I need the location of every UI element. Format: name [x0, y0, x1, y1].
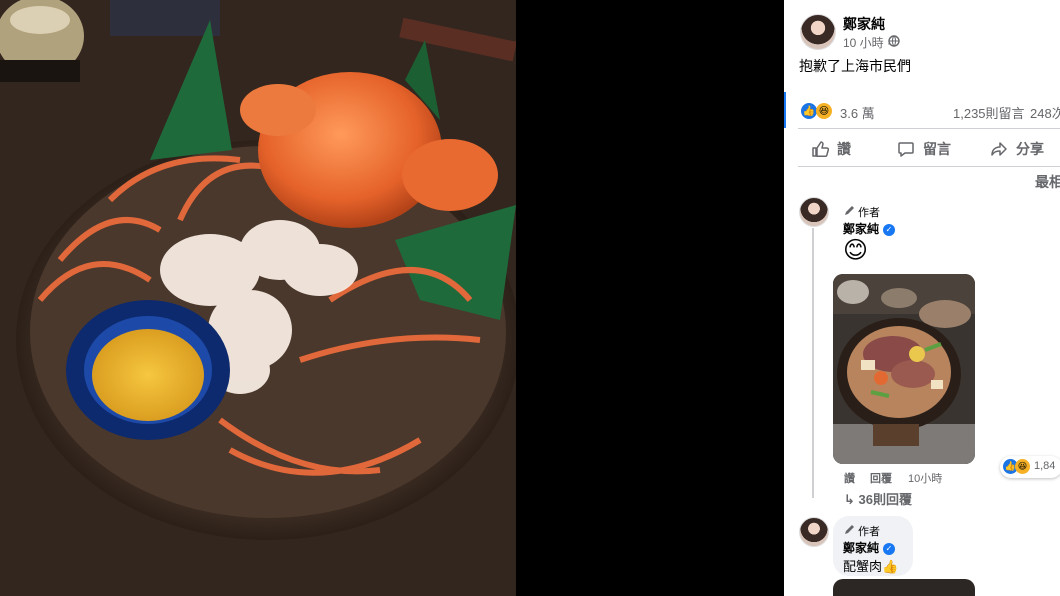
thread-line [812, 228, 814, 498]
comment-text: 配蟹肉👍 [843, 559, 899, 574]
comment-like-link[interactable]: 讚 [844, 470, 855, 486]
comment-bubble-icon [897, 140, 915, 158]
comment-label: 留言 [923, 141, 951, 157]
comment-avatar[interactable] [799, 517, 829, 547]
comment-author-name: 鄭家純 [843, 222, 880, 236]
share-count[interactable]: 248次 [1030, 103, 1060, 122]
divider-top [798, 128, 1060, 129]
author-badge: 作者 [858, 207, 880, 219]
haha-reaction-icon: 😆 [1015, 459, 1030, 474]
thumbs-up-icon [811, 140, 829, 158]
comment-reaction-pill[interactable]: 👍 😆 1,84 [1000, 456, 1060, 478]
post-photo[interactable] [0, 0, 516, 596]
author-avatar[interactable] [800, 14, 836, 50]
share-arrow-icon [990, 140, 1008, 158]
hotpot-photo-illustration [833, 274, 975, 464]
comment-author[interactable]: 鄭家純 ✓ [843, 539, 896, 556]
haha-reaction-icon: 😆 [816, 103, 832, 119]
share-label: 分享 [1016, 141, 1044, 157]
selection-marker [784, 92, 786, 128]
post-text: 抱歉了上海市民們 [799, 58, 911, 74]
verified-badge-icon: ✓ [883, 223, 896, 236]
comment-button[interactable]: 留言 [897, 138, 951, 160]
post-details-panel: 鄭家純 10 小時 · 抱歉了上海市民們 👍 😆 3.6 萬 1,235則留言 … [784, 0, 1060, 596]
comment-emoji: 😊 [843, 237, 869, 264]
comment-author-name: 鄭家純 [843, 541, 880, 555]
comment-reply-link[interactable]: 回覆 [870, 470, 892, 486]
crab-photo-illustration [0, 0, 516, 596]
comment-photo[interactable] [833, 274, 975, 464]
pencil-icon [843, 523, 855, 535]
post-timestamp[interactable]: 10 小時 · [843, 34, 891, 51]
pencil-icon [843, 204, 855, 216]
like-reaction-icon: 👍 [801, 103, 817, 119]
replies-count-label: 36則回覆 [858, 492, 912, 507]
like-button[interactable]: 讚 [811, 138, 851, 160]
verified-badge-icon: ✓ [883, 542, 896, 555]
comment-author[interactable]: 鄭家純 ✓ [843, 220, 896, 237]
share-button[interactable]: 分享 [990, 138, 1044, 160]
author-badge: 作者 [858, 526, 880, 538]
comment-avatar[interactable] [799, 197, 829, 227]
comment-count[interactable]: 1,235則留言 [953, 103, 1025, 122]
post-author-name[interactable]: 鄭家純 [843, 14, 885, 34]
divider-bottom [798, 166, 1060, 167]
photo-letterbox [516, 0, 784, 596]
reaction-count[interactable]: 3.6 萬 [840, 103, 875, 122]
comment-reaction-count: 1,84 [1034, 460, 1056, 472]
globe-icon [888, 35, 900, 47]
comment-timestamp[interactable]: 10小時 [908, 470, 942, 486]
reply-arrow-icon: ↳ [844, 492, 859, 507]
comment-sort-dropdown[interactable]: 最相 [1035, 172, 1060, 192]
view-replies-link[interactable]: ↳ 36則回覆 [844, 489, 912, 508]
like-label: 讚 [837, 141, 851, 157]
comment-photo-partial[interactable] [833, 579, 975, 596]
